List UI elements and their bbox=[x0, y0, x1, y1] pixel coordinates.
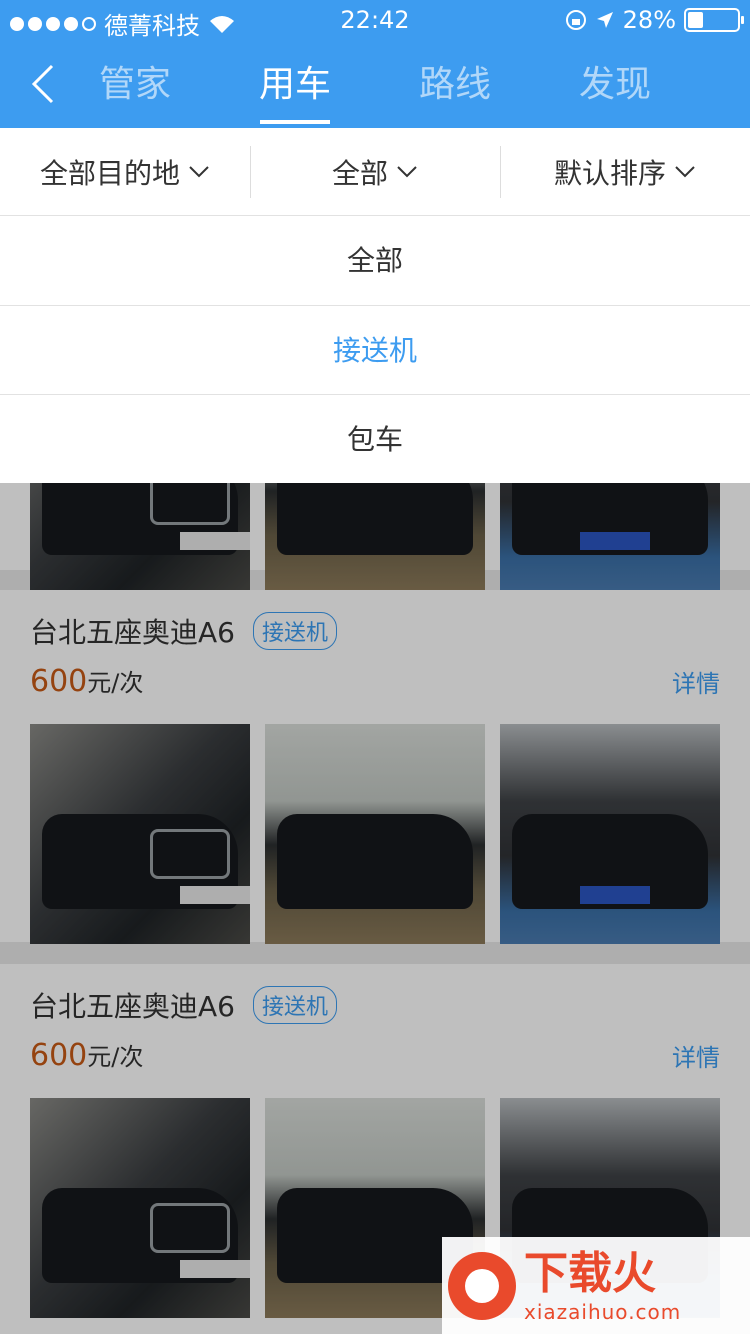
watermark-url: xiazaihuo.com bbox=[524, 1299, 682, 1324]
tab-routes[interactable]: 路线 bbox=[375, 42, 535, 128]
tab-butler[interactable]: 管家 bbox=[55, 42, 215, 128]
battery-icon bbox=[684, 8, 744, 32]
header: 德菁科技 22:42 28% 管家 用车 路线 发现 bbox=[0, 0, 750, 128]
tab-car[interactable]: 用车 bbox=[215, 42, 375, 128]
chevron-down-icon bbox=[189, 165, 209, 177]
status-bar: 德菁科技 22:42 28% bbox=[0, 0, 750, 42]
chevron-down-icon bbox=[397, 165, 417, 177]
destination-filter[interactable]: 全部目的地 bbox=[0, 128, 250, 215]
sort-filter-label: 默认排序 bbox=[553, 156, 666, 190]
destination-filter-label: 全部目的地 bbox=[39, 156, 180, 190]
tab-discover[interactable]: 发现 bbox=[535, 42, 695, 128]
battery-percent: 28% bbox=[622, 6, 676, 34]
filter-bar: 全部目的地 全部 默认排序 bbox=[0, 128, 750, 216]
watermark-text: 下载火 bbox=[524, 1247, 656, 1299]
option-all[interactable]: 全部 bbox=[0, 216, 750, 305]
watermark-logo-icon bbox=[448, 1251, 516, 1320]
option-charter[interactable]: 包车 bbox=[0, 394, 750, 483]
watermark: 下载火 xiazaihuo.com bbox=[442, 1237, 750, 1334]
nav-tabs: 管家 用车 路线 发现 bbox=[55, 42, 695, 128]
type-dropdown: 全部 接送机 包车 bbox=[0, 216, 750, 483]
chevron-down-icon bbox=[675, 165, 695, 177]
location-arrow-icon bbox=[596, 12, 613, 28]
type-filter[interactable]: 全部 bbox=[250, 128, 500, 215]
rotation-lock-icon bbox=[565, 10, 586, 30]
nav-bar: 管家 用车 路线 发现 bbox=[0, 42, 750, 128]
option-airport-transfer[interactable]: 接送机 bbox=[0, 305, 750, 394]
sort-filter[interactable]: 默认排序 bbox=[500, 128, 750, 215]
type-filter-label: 全部 bbox=[331, 156, 388, 190]
status-right: 28% bbox=[565, 6, 744, 34]
